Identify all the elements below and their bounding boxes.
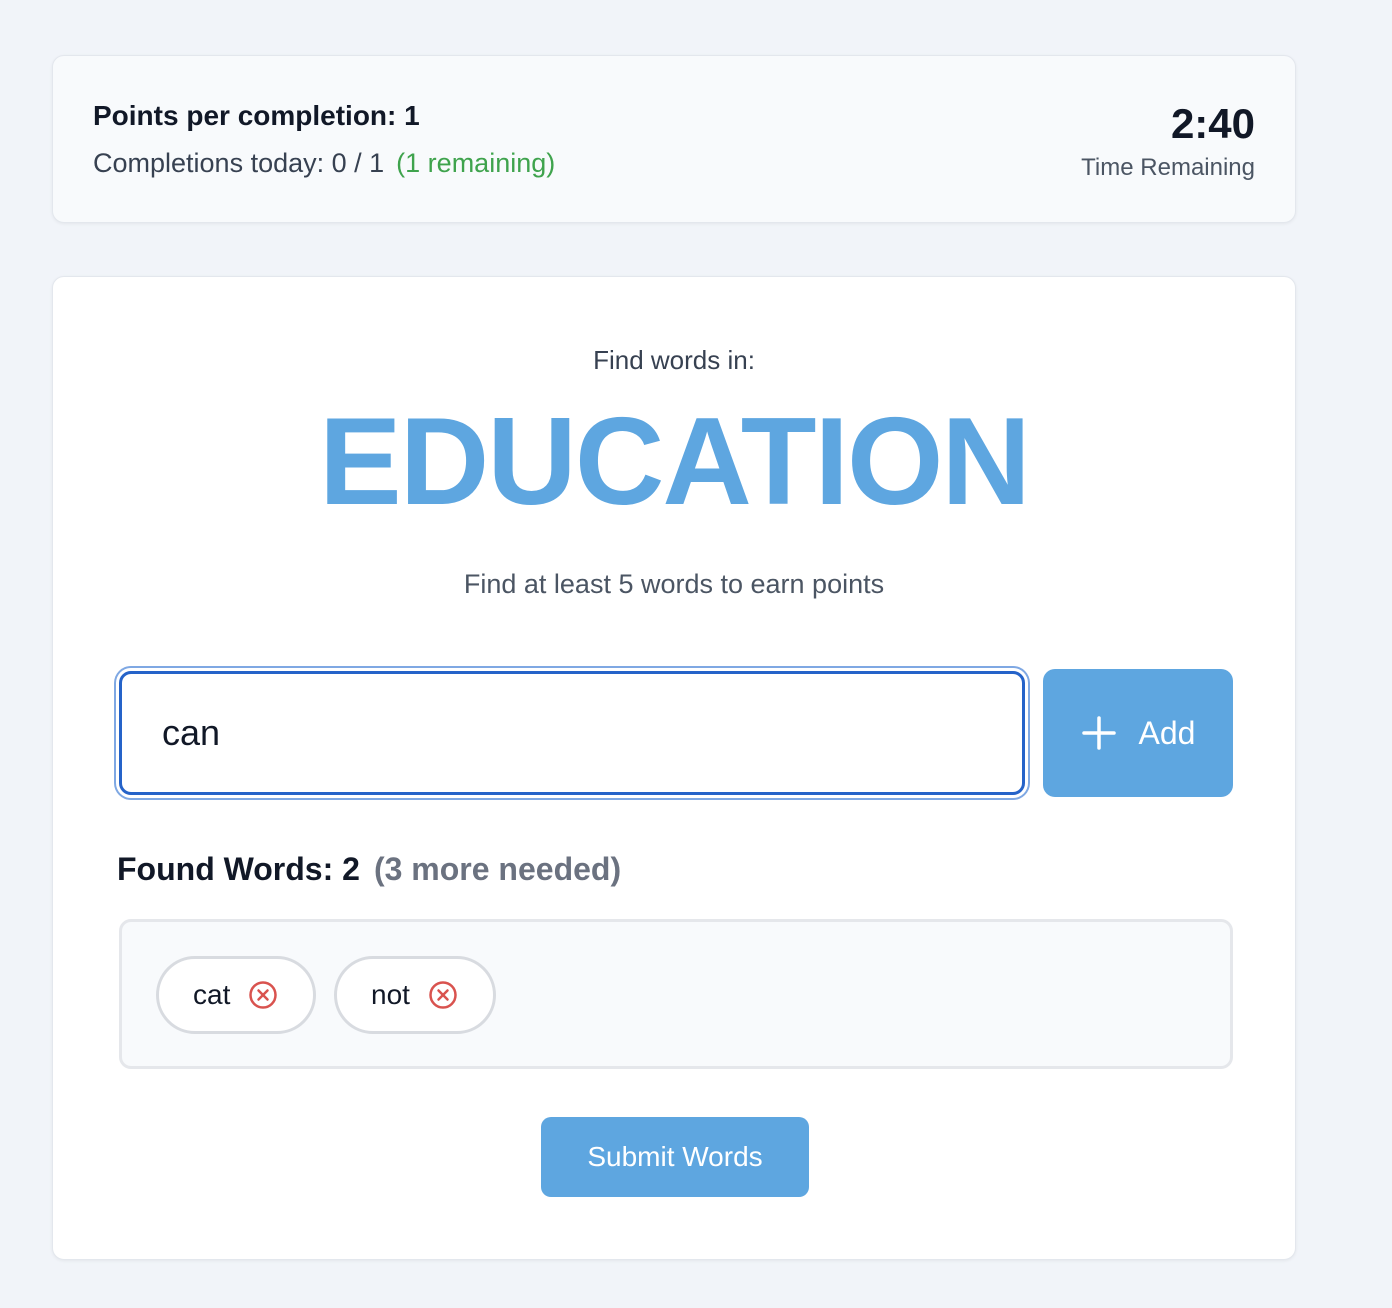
timer-label: Time Remaining: [1081, 154, 1255, 181]
completions-remaining: (1 remaining): [396, 148, 556, 178]
close-circle-icon[interactable]: [248, 980, 278, 1010]
found-words-heading: Found Words: 2 (3 more needed): [117, 851, 621, 888]
add-word-button[interactable]: Add: [1043, 669, 1233, 797]
word-chip-label: cat: [193, 979, 231, 1010]
completions-count: Completions today: 0 / 1: [93, 148, 385, 178]
close-circle-icon[interactable]: [428, 980, 458, 1010]
words-needed: (3 more needed): [373, 851, 622, 887]
word-chip: cat: [156, 956, 316, 1034]
completions-today: Completions today: 0 / 1 (1 remaining): [93, 148, 555, 179]
prompt-label: Find words in:: [593, 345, 755, 375]
found-words-list: cat not: [119, 919, 1233, 1069]
points-per-completion: Points per completion: 1: [93, 100, 420, 131]
submit-words-button[interactable]: Submit Words: [541, 1117, 809, 1197]
found-words-count: Found Words: 2: [117, 851, 360, 887]
stats-card: Points per completion: 1 Completions tod…: [52, 55, 1296, 223]
timer-value: 2:40: [1170, 100, 1255, 147]
add-button-label: Add: [1138, 714, 1196, 751]
word-input[interactable]: [119, 671, 1025, 795]
plus-icon: [1081, 716, 1116, 750]
game-card: Find words in: EDUCATION Find at least 5…: [52, 276, 1296, 1260]
word-chip: not: [334, 956, 496, 1034]
target-word: EDUCATION: [319, 393, 1031, 531]
word-chip-label: not: [371, 979, 410, 1010]
instruction-text: Find at least 5 words to earn points: [463, 569, 885, 599]
